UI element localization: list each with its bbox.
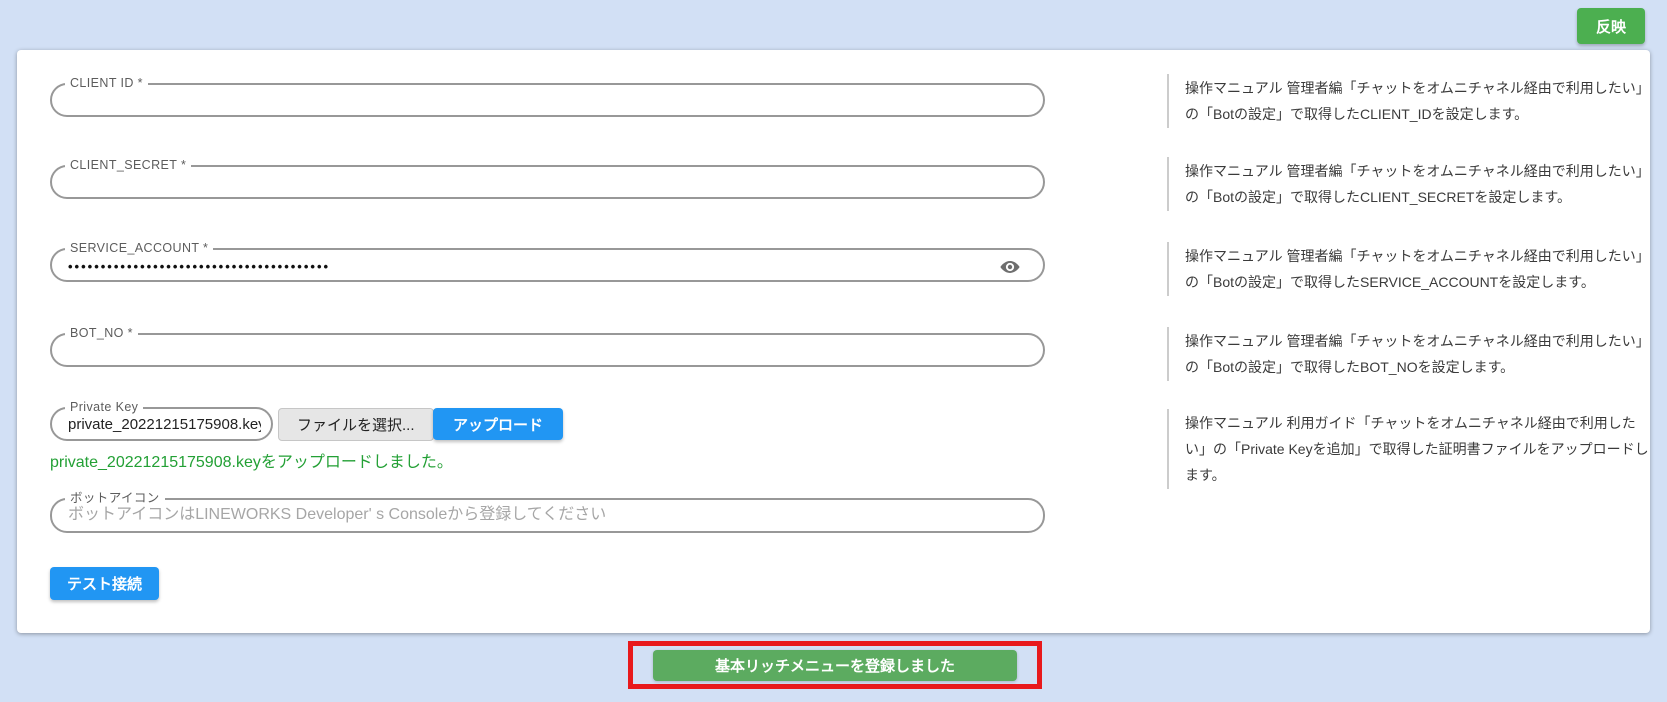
help-text-client-secret: 操作マニュアル 管理者編「チャットをオムニチャネル経由で利用したい」の「Botの…: [1167, 157, 1649, 211]
client-secret-field: CLIENT_SECRET *: [50, 165, 1045, 199]
bot-settings-page: { "header": { "apply_button": "反映" }, "f…: [0, 0, 1667, 702]
choose-file-button[interactable]: ファイルを選択...: [278, 408, 434, 441]
client-secret-input[interactable]: [68, 168, 1001, 196]
service-account-field: SERVICE_ACCOUNT *: [50, 248, 1045, 282]
private-key-input[interactable]: [68, 410, 261, 438]
settings-panel: CLIENT ID * CLIENT_SECRET * SERVICE_ACCO…: [17, 50, 1650, 633]
help-text-service-account: 操作マニュアル 管理者編「チャットをオムニチャネル経由で利用したい」の「Botの…: [1167, 242, 1649, 296]
bot-icon-input[interactable]: [68, 501, 1001, 529]
upload-success-message: private_20221215175908.keyをアップロードしました。: [50, 448, 453, 472]
eye-icon: [999, 266, 1021, 281]
apply-button[interactable]: 反映: [1577, 8, 1645, 44]
bot-no-field: BOT_NO *: [50, 333, 1045, 367]
client-id-field: CLIENT ID *: [50, 83, 1045, 117]
private-key-field: Private Key: [50, 407, 273, 441]
help-text-bot-no: 操作マニュアル 管理者編「チャットをオムニチャネル経由で利用したい」の「Botの…: [1167, 327, 1649, 381]
client-id-input[interactable]: [68, 86, 1001, 114]
help-text-private-key: 操作マニュアル 利用ガイド「チャットをオムニチャネル経由で利用したい」の「Pri…: [1167, 409, 1649, 489]
bot-no-input[interactable]: [68, 336, 1001, 364]
help-text-client-id: 操作マニュアル 管理者編「チャットをオムニチャネル経由で利用したい」の「Botの…: [1167, 74, 1649, 128]
toggle-visibility-button[interactable]: [999, 256, 1021, 278]
bot-icon-field: ボットアイコン: [50, 498, 1045, 533]
upload-button[interactable]: アップロード: [433, 408, 563, 440]
test-connection-button[interactable]: テスト接続: [50, 567, 159, 600]
service-account-input[interactable]: [68, 251, 1001, 279]
toast-message: 基本リッチメニューを登録しました: [653, 650, 1017, 681]
annotation-highlight-box: 基本リッチメニューを登録しました: [628, 641, 1042, 689]
